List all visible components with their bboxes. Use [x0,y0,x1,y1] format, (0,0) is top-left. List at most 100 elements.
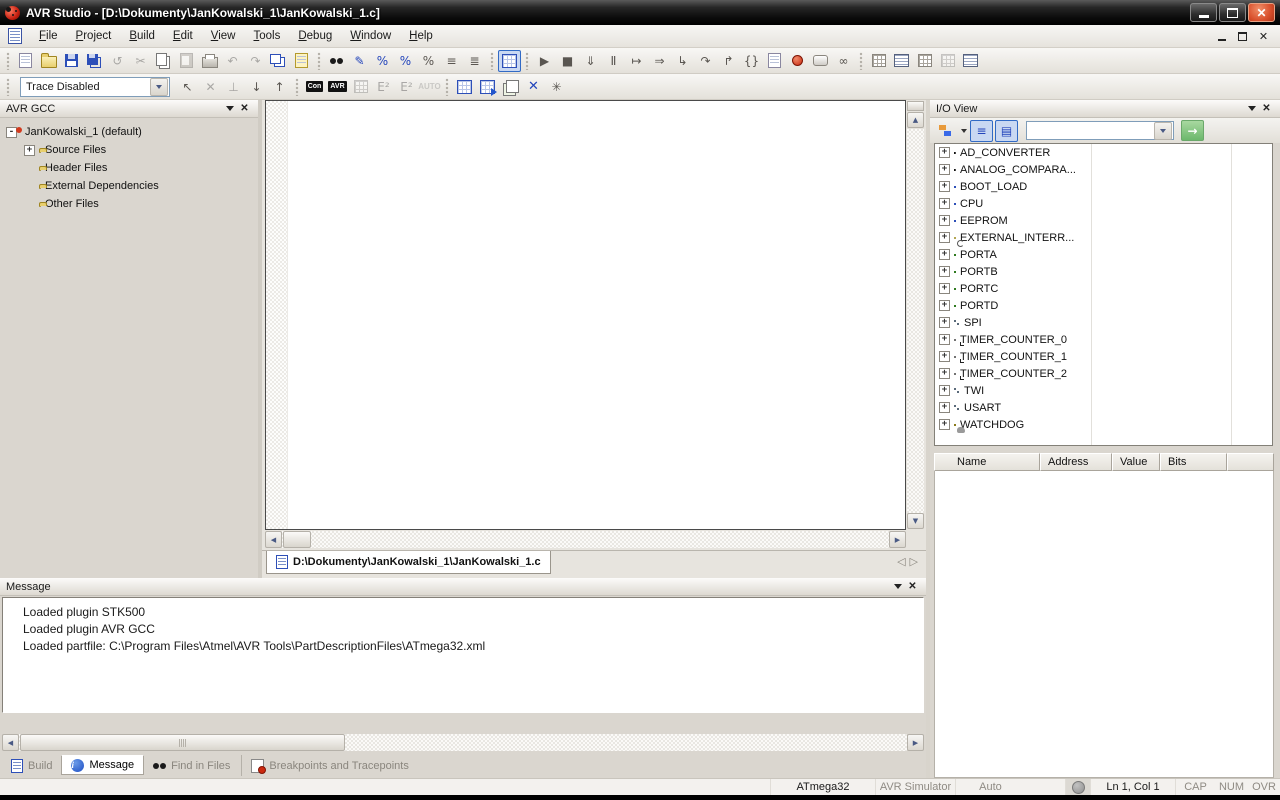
restore-button[interactable] [1219,3,1246,22]
scroll-thumb[interactable] [283,531,311,548]
message-horizontal-scrollbar[interactable]: ◀ ▶ [0,734,926,752]
tree-expander[interactable]: + [939,402,950,413]
trace-combo[interactable]: Trace Disabled [20,77,170,97]
io-item-ad-converter[interactable]: + AD_CONVERTER [935,144,1272,161]
io-item-portc[interactable]: + PORTC [935,280,1272,297]
splitter-box[interactable] [907,101,924,111]
tree-expander[interactable]: + [939,283,950,294]
tree-expander[interactable]: + [939,147,950,158]
io-combo-arrow-icon[interactable] [1154,122,1172,140]
close-button[interactable] [1248,3,1275,22]
tree-view-toggle[interactable]: ≡ [970,120,993,142]
build-and-run-button[interactable] [476,76,499,98]
cut-button[interactable]: ✂ [129,50,152,72]
io-filter-combo[interactable] [1026,121,1174,140]
tree-expander[interactable]: + [939,181,950,192]
compile-button[interactable] [499,76,522,98]
find-button[interactable] [325,50,348,72]
tab-next-icon[interactable]: ▷ [910,555,918,568]
register-view-button[interactable] [959,50,982,72]
revert-button[interactable]: ↺ [106,50,129,72]
tree-item-source-files[interactable]: + Source Files [2,141,256,159]
panel-close-icon[interactable] [1259,102,1274,116]
editor-vertical-scrollbar[interactable]: ▲ ▼ [907,101,924,529]
erase-device-button[interactable]: E² [372,76,395,98]
tree-expander[interactable]: + [939,385,950,396]
column-value[interactable]: Value [1112,453,1160,471]
toolbar-grip[interactable] [6,52,10,70]
toolbar-grip[interactable] [295,78,299,96]
tree-expander[interactable]: + [939,300,950,311]
toolbar-grip[interactable] [525,52,529,70]
panel-close-icon[interactable] [905,580,920,594]
clean-button[interactable]: ✕ [522,76,545,98]
connect-badge-button[interactable]: Con [303,76,326,98]
menu-view[interactable]: View [202,27,245,45]
run-button[interactable]: ▶ [533,50,556,72]
io-item-portb[interactable]: + PORTB [935,263,1272,280]
io-item-usart[interactable]: + USART [935,399,1272,416]
bookmark-toggle-button[interactable]: % [371,50,394,72]
mdi-restore-button[interactable] [1236,30,1249,42]
registers-table-body[interactable] [934,471,1274,778]
bookmark-clear-button[interactable]: % [417,50,440,72]
breakpoint-margin[interactable] [266,101,288,529]
io-item-timer1[interactable]: + TIMER_COUNTER_1 [935,348,1272,365]
toggle-braces-button[interactable]: {} [740,50,763,72]
io-item-spi[interactable]: + SPI [935,314,1272,331]
tab-breakpoints[interactable]: Breakpoints and Tracepoints [241,755,417,776]
mdi-minimize-button[interactable] [1215,30,1228,42]
go-button[interactable]: → [1181,120,1204,141]
menu-file[interactable]: File [30,27,67,45]
stop-button[interactable]: ■ [556,50,579,72]
scroll-left-icon[interactable]: ◀ [2,734,19,751]
tree-expander[interactable]: + [24,145,35,156]
io-item-portd[interactable]: + PORTD [935,297,1272,314]
menu-window[interactable]: Window [341,27,400,45]
panel-menu-icon[interactable] [1244,102,1259,116]
editor-horizontal-scrollbar[interactable]: ◀ ▶ [265,531,906,548]
io-item-porta[interactable]: + PORTA [935,246,1272,263]
tree-expander[interactable]: + [939,317,950,328]
tree-expander[interactable]: + [939,232,950,243]
tree-expander[interactable]: + [939,368,950,379]
show-next-statement-button[interactable]: ↦ [625,50,648,72]
tree-expander[interactable]: + [939,198,950,209]
column-name[interactable]: Name [934,453,1040,471]
disassembler-button[interactable] [763,50,786,72]
scroll-right-icon[interactable]: ▶ [907,734,924,751]
step-into-button[interactable]: ↳ [671,50,694,72]
menu-debug[interactable]: Debug [289,27,341,45]
tree-expander[interactable]: + [939,351,950,362]
trace-combo-arrow-icon[interactable] [150,78,168,96]
toggle-breakpoint-button[interactable] [786,50,809,72]
minimize-button[interactable] [1190,3,1217,22]
auto-button[interactable]: AUTO [418,76,441,98]
reset-button[interactable]: ⇓ [579,50,602,72]
trace-down-button[interactable]: ↓ [245,76,268,98]
column-bits[interactable]: Bits [1160,453,1227,471]
column-address[interactable]: Address [1040,453,1112,471]
program-device-button[interactable]: E² [395,76,418,98]
run-to-cursor-button[interactable]: ⇒ [648,50,671,72]
paste-button[interactable] [175,50,198,72]
io-item-boot-load[interactable]: + BOOT_LOAD [935,178,1272,195]
memory-view-button[interactable] [913,50,936,72]
pause-button[interactable]: Ⅱ [602,50,625,72]
edit-pen-button[interactable]: ✎ [348,50,371,72]
toolbar-grip[interactable] [859,52,863,70]
tree-item-external-dependencies[interactable]: External Dependencies [2,177,256,195]
avr-badge-button[interactable]: AVR [326,76,349,98]
quickwatch-button[interactable] [809,50,832,72]
details-view-toggle[interactable]: ▤ [995,120,1018,142]
filter-dropdown-icon[interactable] [959,122,968,140]
indent-button[interactable]: ≣ [463,50,486,72]
editor-tab[interactable]: D:\Dokumenty\JanKowalski_1\JanKowalski_1… [266,551,551,574]
scroll-right-icon[interactable]: ▶ [889,531,906,548]
chip-button[interactable] [349,76,372,98]
trace-pointer-button[interactable]: ↖ [176,76,199,98]
menu-tools[interactable]: Tools [244,27,289,45]
scroll-track[interactable] [282,531,889,548]
trace-up-button[interactable]: ↑ [268,76,291,98]
tag-button[interactable] [936,50,959,72]
